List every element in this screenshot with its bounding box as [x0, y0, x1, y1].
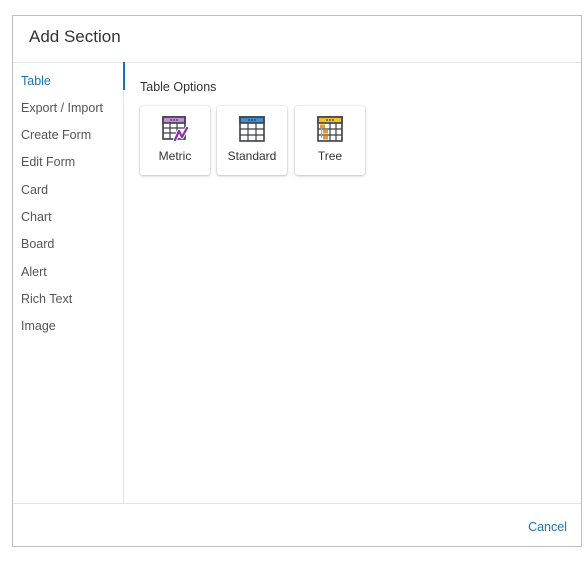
sidebar-item-table[interactable]: Table [13, 62, 125, 92]
sidebar-item-card[interactable]: Card [13, 179, 124, 201]
standard-option-card[interactable]: Standard [217, 106, 287, 175]
sidebar-item-image[interactable]: Image [13, 315, 124, 337]
metric-option-label: Metric [158, 149, 192, 163]
dialog-header: Add Section [13, 16, 581, 63]
metric-table-icon [162, 116, 188, 142]
table-options-heading: Table Options [140, 80, 217, 94]
sidebar-item-edit-form[interactable]: Edit Form [13, 151, 124, 173]
dialog-footer: Cancel [13, 503, 581, 546]
dialog-title: Add Section [29, 27, 121, 46]
sidebar-item-board[interactable]: Board [13, 233, 124, 255]
sidebar-item-rich-text[interactable]: Rich Text [13, 288, 124, 310]
tree-option-card[interactable]: Tree [295, 106, 365, 175]
sidebar-item-alert[interactable]: Alert [13, 261, 124, 283]
sidebar-item-export-import[interactable]: Export / Import [13, 97, 124, 119]
standard-option-label: Standard [227, 149, 277, 163]
sidebar-item-chart[interactable]: Chart [13, 206, 124, 228]
metric-option-card[interactable]: Metric [140, 106, 210, 175]
tree-table-icon [317, 116, 343, 142]
sidebar-item-create-form[interactable]: Create Form [13, 124, 124, 146]
add-section-dialog: Add Section Table Export / Import Create… [12, 15, 582, 547]
cancel-button[interactable]: Cancel [528, 520, 567, 534]
table-options-panel: Table Options Metric Standard Tree [124, 63, 581, 503]
section-type-sidebar: Table Export / Import Create Form Edit F… [13, 62, 125, 503]
tree-option-label: Tree [317, 149, 343, 163]
standard-table-icon [239, 116, 265, 142]
